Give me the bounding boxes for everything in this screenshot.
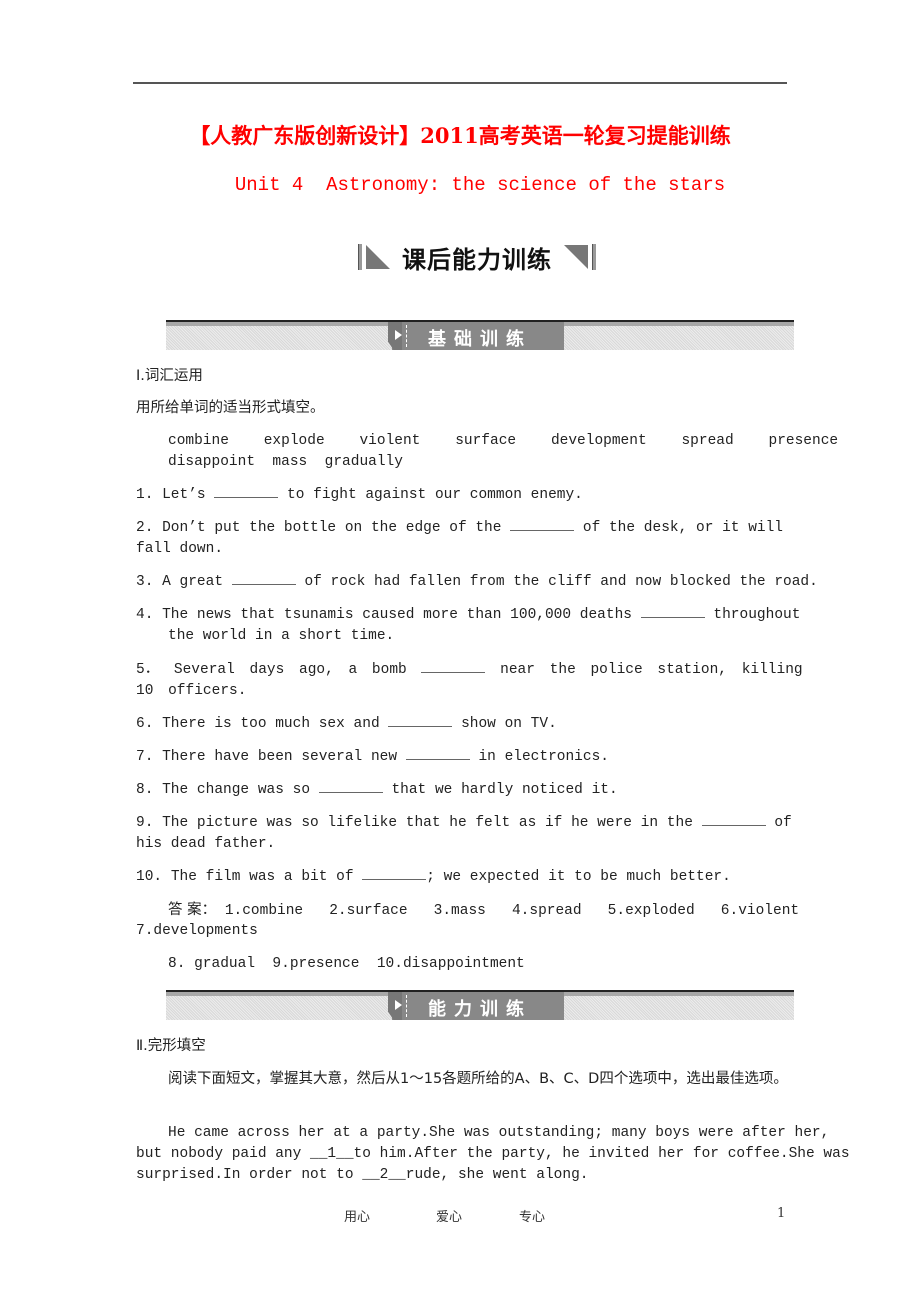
word-bank-item: combine (168, 433, 229, 449)
section-instruction: 阅读下面短文，掌握其大意，然后从1～15各题所给的A、B、C、D四个选项中，选出… (168, 1071, 788, 1087)
answer-blank[interactable] (388, 714, 453, 727)
question: 8. The change was so that we hardly noti… (136, 780, 618, 798)
section-tag-label: 基础训练 (428, 329, 532, 350)
subtitle: 课后能力训练 (402, 245, 552, 274)
subtitle-banner: 课后能力训练 (358, 240, 596, 274)
answer-blank[interactable] (214, 485, 279, 498)
answer-blank[interactable] (362, 867, 427, 880)
footer-item: 用心 (344, 1210, 371, 1225)
question: 7. There have been several new in electr… (136, 747, 609, 765)
answer-blank[interactable] (640, 605, 705, 618)
passage-line: but nobody paid any __1__to him.After th… (136, 1146, 850, 1162)
question: 1. Let’s to fight against our common ene… (136, 485, 583, 503)
section-tag-label: 能力训练 (428, 999, 532, 1020)
word-bank-item: mass (272, 454, 308, 470)
word-bank-item: spread (681, 433, 734, 449)
triangle-left-icon (366, 245, 390, 269)
page-number: 1 (777, 1206, 786, 1221)
bar-right-decoration (592, 244, 596, 270)
section-heading: Ⅰ.词汇运用 (136, 368, 203, 384)
question: 5． Several days ago, a bomb near the pol… (136, 660, 803, 699)
unit-title: Unit 4 Astronomy: the science of the sta… (234, 174, 726, 196)
answer-blank[interactable] (405, 747, 470, 760)
answer-key: 答 案： 1.combine 2.surface 3.mass 4.spread… (168, 902, 800, 919)
header-rule (133, 82, 787, 84)
footer-item: 专心 (519, 1210, 546, 1225)
section-tag: 能力训练 (388, 992, 564, 1020)
answer-key-line2: 7.developments (136, 923, 258, 939)
footer-item: 爱心 (436, 1210, 463, 1225)
triangle-right-icon (564, 245, 588, 269)
document-title: 【人教广东版创新设计】2011高考英语一轮复习提能训练 (189, 123, 731, 148)
question: 6. There is too much sex and show on TV. (136, 714, 557, 732)
answer-blank[interactable] (318, 780, 383, 793)
word-bank-item: violent (359, 433, 421, 449)
section-banner-basic: 基础训练 (166, 320, 794, 350)
answer-blank[interactable] (701, 813, 766, 826)
section-banner-ability: 能力训练 (166, 990, 794, 1020)
answer-blank[interactable] (421, 660, 486, 673)
answer-label: 答 案： (168, 902, 217, 918)
play-arrow-icon (395, 1000, 402, 1010)
section-tag: 基础训练 (388, 322, 564, 350)
passage-line: surprised.In order not to __2__rude, she… (136, 1167, 589, 1183)
section-instruction: 用所给单词的适当形式填空。 (136, 400, 325, 416)
question: 4. The news that tsunamis caused more th… (136, 605, 801, 644)
word-bank: combine explode violent surface developm… (168, 431, 838, 452)
answer-blank[interactable] (510, 518, 575, 531)
passage-line: He came across her at a party.She was ou… (168, 1125, 830, 1141)
word-bank-item: surface (455, 433, 517, 449)
word-bank-item: presence (768, 433, 839, 449)
play-arrow-icon (395, 330, 402, 340)
word-bank-item: explode (263, 433, 325, 449)
question: 9. The picture was so lifelike that he f… (136, 813, 792, 852)
question: 3. A great of rock had fallen from the c… (136, 572, 818, 590)
word-bank-line2: disappoint mass gradually (168, 452, 403, 473)
question: 2. Don’t put the bottle on the edge of t… (136, 518, 784, 557)
section-heading: Ⅱ.完形填空 (136, 1038, 206, 1054)
answer-key-line3: 8. gradual 9.presence 10.disappointment (168, 956, 525, 972)
word-bank-item: gradually (324, 454, 403, 470)
bar-left-decoration (358, 244, 362, 270)
word-bank-item: development (550, 433, 647, 449)
word-bank-item: disappoint (168, 454, 256, 470)
answer-blank[interactable] (231, 572, 296, 585)
question: 10. The film was a bit of ; we expected … (136, 867, 731, 885)
